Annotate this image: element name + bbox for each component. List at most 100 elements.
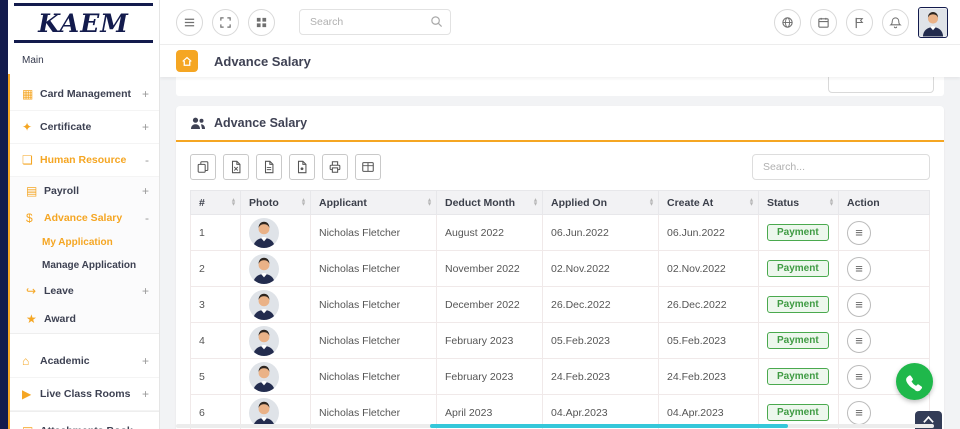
- left-edge-strip: [0, 0, 8, 429]
- whatsapp-phone-icon: [905, 372, 925, 392]
- topbar-search-input[interactable]: [299, 9, 451, 35]
- sidebar-item-label: Manage Application: [42, 260, 149, 271]
- sidebar-item-label: Advance Salary: [44, 212, 145, 224]
- menu-toggle-button[interactable]: [176, 9, 203, 36]
- language-globe-button[interactable]: [774, 9, 801, 36]
- whatsapp-button[interactable]: [896, 363, 933, 400]
- sidebar-item-live-class-rooms[interactable]: ▶ Live Class Rooms +: [10, 378, 159, 411]
- sidebar-item-leave[interactable]: ↪ Leave +: [10, 277, 159, 305]
- human-resource-submenu: ▤ Payroll + $ Advance Salary - My Applic…: [10, 177, 159, 333]
- sidebar-item-advance-salary[interactable]: $ Advance Salary -: [10, 205, 159, 231]
- cell-number: 5: [191, 359, 241, 395]
- table-header-status[interactable]: Status: [759, 191, 839, 215]
- live-class-icon: ▶: [22, 387, 40, 401]
- leave-icon: ↪: [26, 284, 44, 298]
- cell-applicant: Nicholas Fletcher: [311, 323, 437, 359]
- menu-icon: [855, 334, 863, 348]
- topbar-left-icons: [176, 9, 275, 36]
- table-header-photo[interactable]: Photo: [241, 191, 311, 215]
- applicant-avatar: [249, 326, 279, 356]
- print-icon: [328, 160, 342, 174]
- export-excel-button[interactable]: [223, 154, 249, 180]
- file-excel-icon: [229, 160, 243, 174]
- sidebar-item-label: Attachments Book: [40, 425, 149, 429]
- sidebar-nav: ▦ Card Management + ✦ Certificate + ❏ Hu…: [8, 74, 159, 429]
- chevron-up-icon: [922, 415, 935, 424]
- horizontal-scrollbar-thumb[interactable]: [430, 424, 788, 428]
- sidebar: KAEM Main ▦ Card Management + ✦ Certific…: [8, 0, 160, 429]
- table-header-number[interactable]: #: [191, 191, 241, 215]
- table-header-applicant[interactable]: Applicant: [311, 191, 437, 215]
- search-icon: [430, 15, 443, 28]
- cell-applicant: Nicholas Fletcher: [311, 287, 437, 323]
- sidebar-item-payroll[interactable]: ▤ Payroll +: [10, 177, 159, 205]
- cell-number: 3: [191, 287, 241, 323]
- row-action-button[interactable]: [847, 293, 871, 317]
- row-action-button[interactable]: [847, 257, 871, 281]
- row-action-button[interactable]: [847, 365, 871, 389]
- sidebar-item-certificate[interactable]: ✦ Certificate +: [10, 111, 159, 144]
- sidebar-item-manage-application[interactable]: Manage Application: [10, 254, 159, 277]
- menu-icon: [855, 262, 863, 276]
- status-badge: Payment: [767, 224, 829, 241]
- sidebar-section-label: Main: [8, 43, 159, 74]
- flag-button[interactable]: [846, 9, 873, 36]
- sort-icon: [830, 198, 833, 207]
- breadcrumb: Advance Salary: [160, 45, 960, 77]
- menu-icon: [855, 226, 863, 240]
- row-action-button[interactable]: [847, 329, 871, 353]
- row-action-button[interactable]: [847, 221, 871, 245]
- apps-grid-button[interactable]: [248, 9, 275, 36]
- horizontal-scrollbar-track: [176, 424, 934, 428]
- sort-icon: [428, 198, 431, 207]
- cell-applicant: Nicholas Fletcher: [311, 359, 437, 395]
- print-button[interactable]: [322, 154, 348, 180]
- export-copy-button[interactable]: [190, 154, 216, 180]
- home-button[interactable]: [176, 50, 198, 72]
- user-avatar[interactable]: [918, 7, 948, 38]
- export-csv-button[interactable]: [256, 154, 282, 180]
- fullscreen-icon: [219, 16, 232, 29]
- scrolled-input-remnant[interactable]: [828, 77, 934, 93]
- app-logo[interactable]: KAEM: [38, 9, 129, 38]
- calendar-button[interactable]: [810, 9, 837, 36]
- collapse-minus-icon: -: [145, 153, 149, 167]
- applicant-avatar: [249, 218, 279, 248]
- expand-plus-icon: +: [142, 284, 149, 298]
- cell-applied-on: 05.Feb.2023: [543, 323, 659, 359]
- table-row: 2 Nicholas Fletcher November 2022 02.Nov…: [191, 251, 930, 287]
- table-header-deduct-month[interactable]: Deduct Month: [437, 191, 543, 215]
- cell-deduct-month: August 2022: [437, 215, 543, 251]
- sidebar-item-label: My Application: [42, 237, 149, 248]
- monitor-icon: ❏: [22, 153, 40, 167]
- sidebar-item-academic[interactable]: ⌂ Academic +: [10, 345, 159, 378]
- sidebar-item-card-management[interactable]: ▦ Card Management +: [10, 78, 159, 111]
- award-icon: ★: [26, 312, 44, 326]
- row-action-button[interactable]: [847, 401, 871, 425]
- app-window: KAEM Main ▦ Card Management + ✦ Certific…: [0, 0, 960, 429]
- table-header-action: Action: [839, 191, 930, 215]
- column-visibility-button[interactable]: [355, 154, 381, 180]
- table-header-create-at[interactable]: Create At: [659, 191, 759, 215]
- file-csv-icon: [262, 160, 276, 174]
- topbar: [160, 0, 960, 45]
- table-header-applied-on[interactable]: Applied On: [543, 191, 659, 215]
- cell-create-at: 06.Jun.2022: [659, 215, 759, 251]
- expand-plus-icon: +: [142, 387, 149, 401]
- notifications-button[interactable]: [882, 9, 909, 36]
- table-search-input[interactable]: [752, 154, 930, 180]
- sidebar-item-award[interactable]: ★ Award: [10, 305, 159, 333]
- cell-applicant: Nicholas Fletcher: [311, 215, 437, 251]
- status-badge: Payment: [767, 260, 829, 277]
- sidebar-item-my-application[interactable]: My Application: [10, 231, 159, 254]
- fullscreen-button[interactable]: [212, 9, 239, 36]
- logo-box: KAEM: [14, 3, 153, 43]
- attachments-icon: ▣: [22, 424, 40, 429]
- cell-number: 2: [191, 251, 241, 287]
- sidebar-item-label: Card Management: [40, 88, 142, 100]
- payroll-icon: ▤: [26, 184, 44, 198]
- sidebar-item-attachments-book[interactable]: ▣ Attachments Book: [10, 415, 159, 429]
- apps-grid-icon: [255, 16, 268, 29]
- sidebar-item-human-resource[interactable]: ❏ Human Resource -: [10, 144, 159, 177]
- export-pdf-button[interactable]: [289, 154, 315, 180]
